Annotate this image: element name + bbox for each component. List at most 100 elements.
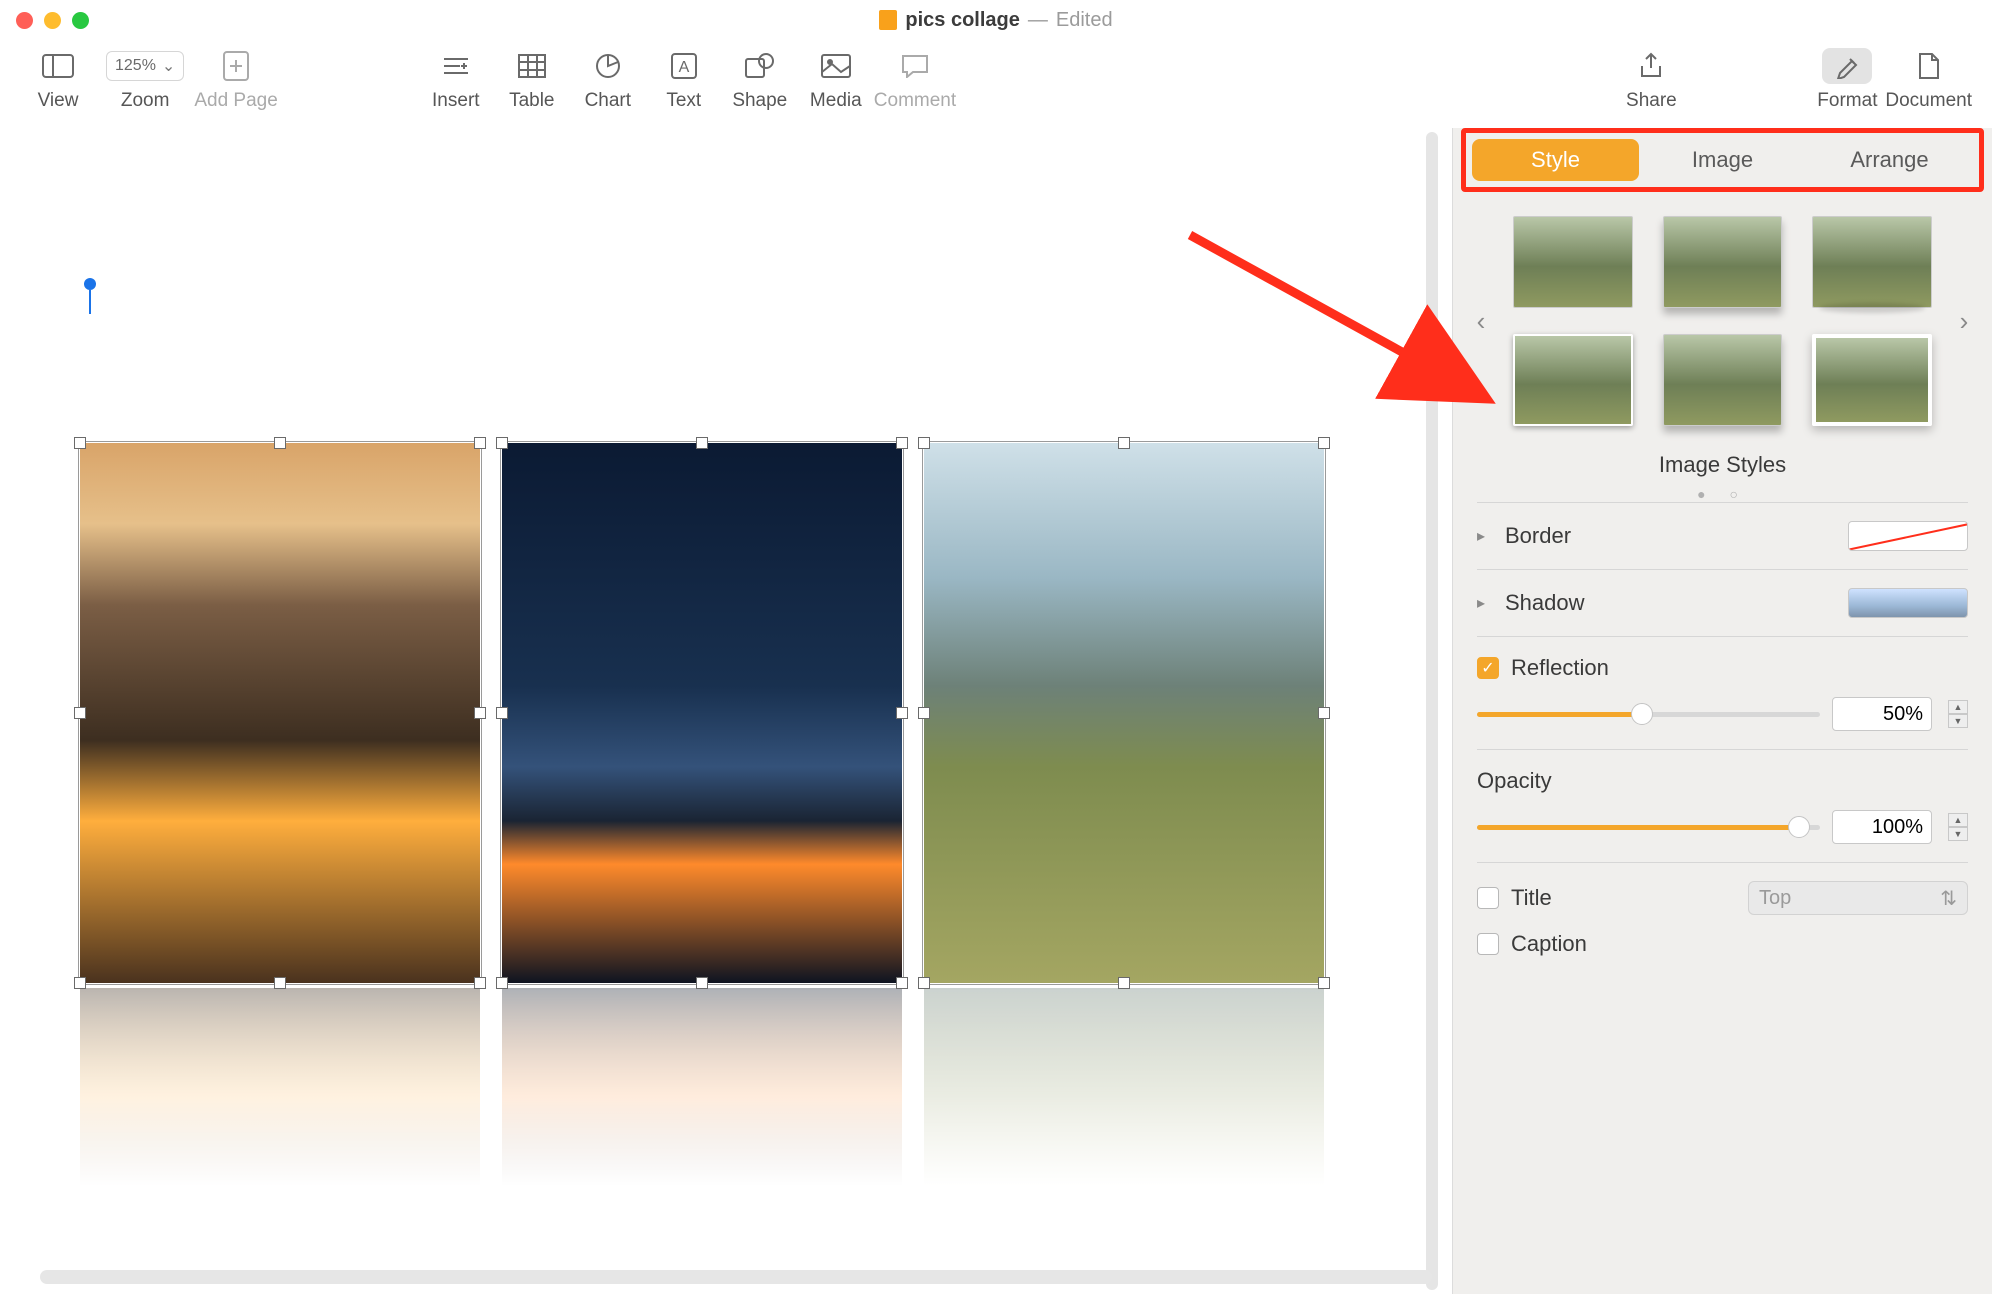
resize-handle[interactable] [896,707,908,719]
resize-handle[interactable] [696,437,708,449]
window-titlebar: pics collage — Edited [0,0,1992,40]
image-style-preset[interactable] [1663,216,1783,308]
comment-button[interactable]: Comment [874,48,956,112]
insert-button[interactable]: Insert [418,48,494,112]
resize-handle[interactable] [896,437,908,449]
shadow-swatch[interactable] [1848,588,1968,618]
opacity-stepper[interactable]: ▲▼ [1948,813,1968,841]
media-icon [821,48,851,84]
image-style-preset[interactable] [1513,334,1633,426]
image-styles-scroller: ‹ › [1453,192,1992,434]
photo-2[interactable] [502,443,902,983]
media-button[interactable]: Media [798,48,874,112]
table-button[interactable]: Table [494,48,570,112]
shadow-label: Shadow [1505,590,1836,616]
resize-handle[interactable] [496,977,508,989]
resize-handle[interactable] [918,437,930,449]
document-name: pics collage [905,9,1020,32]
resize-handle[interactable] [1118,437,1130,449]
reflection-fade [80,988,1340,1208]
border-section: ▸ Border [1477,502,1968,569]
resize-handle[interactable] [1318,437,1330,449]
document-title: pics collage — Edited [0,9,1992,32]
reflection-value-field[interactable]: 50% [1832,697,1932,731]
resize-handle[interactable] [474,437,486,449]
image-style-preset[interactable] [1513,216,1633,308]
photo-3[interactable] [924,443,1324,983]
shape-icon [745,48,775,84]
svg-text:A: A [678,59,689,76]
horizontal-scrollbar[interactable] [40,1270,1432,1284]
vertical-scrollbar[interactable] [1426,132,1438,1290]
resize-handle[interactable] [1318,977,1330,989]
sidebar-tab-row: Style Image Arrange [1461,128,1984,192]
chart-icon [595,48,621,84]
styles-next-button[interactable]: › [1944,306,1984,337]
tab-style[interactable]: Style [1472,139,1639,181]
resize-handle[interactable] [74,437,86,449]
resize-handle[interactable] [1318,707,1330,719]
text-button[interactable]: A Text [646,48,722,112]
photo-1[interactable] [80,443,480,983]
insert-icon [442,48,470,84]
resize-handle[interactable] [496,707,508,719]
title-position-select[interactable]: Top ⇅ [1748,881,1968,915]
resize-handle[interactable] [474,707,486,719]
border-label: Border [1505,523,1836,549]
opacity-label: Opacity [1477,768,1968,794]
resize-handle[interactable] [496,437,508,449]
styles-prev-button[interactable]: ‹ [1461,306,1501,337]
document-button[interactable]: Document [1885,48,1972,112]
reflection-checkbox[interactable]: ✓ [1477,657,1499,679]
resize-handle[interactable] [274,977,286,989]
shadow-section: ▸ Shadow [1477,569,1968,636]
share-button[interactable]: Share [1613,48,1689,112]
pages-doc-icon [879,10,897,30]
title-checkbox[interactable] [1477,887,1499,909]
share-icon [1639,48,1663,84]
styles-pager-dots[interactable]: ● ○ [1453,486,1992,502]
resize-handle[interactable] [696,977,708,989]
resize-handle[interactable] [896,977,908,989]
resize-handle[interactable] [74,707,86,719]
format-icon [1822,48,1872,84]
resize-handle[interactable] [918,977,930,989]
reflection-slider[interactable] [1477,704,1820,724]
reflection-stepper[interactable]: ▲▼ [1948,700,1968,728]
resize-handle[interactable] [1118,977,1130,989]
opacity-value-field[interactable]: 100% [1832,810,1932,844]
image-style-preset[interactable] [1812,334,1932,426]
format-button[interactable]: Format [1809,48,1885,112]
chart-button[interactable]: Chart [570,48,646,112]
tab-arrange[interactable]: Arrange [1806,139,1973,181]
disclosure-icon[interactable]: ▸ [1477,593,1493,613]
image-style-preset[interactable] [1812,216,1932,308]
format-sidebar: Style Image Arrange ‹ › Image Styles ● ○… [1452,128,1992,1294]
zoom-control[interactable]: 125%⌄ Zoom [106,48,184,112]
title-separator: — [1028,9,1048,32]
toolbar: View 125%⌄ Zoom Add Page Insert Table Ch… [0,40,1992,128]
chevron-down-icon: ⌄ [162,56,175,76]
resize-handle[interactable] [474,977,486,989]
title-position-value: Top [1759,887,1791,910]
sidebar-icon [42,48,74,84]
shape-button[interactable]: Shape [722,48,798,112]
opacity-slider[interactable] [1477,817,1820,837]
edited-label: Edited [1056,9,1113,32]
resize-handle[interactable] [274,437,286,449]
resize-handle[interactable] [918,707,930,719]
text-icon: A [671,48,697,84]
photo-collage-selection[interactable] [80,443,1324,983]
select-arrows-icon: ⇅ [1940,886,1957,911]
caption-checkbox[interactable] [1477,933,1499,955]
tab-image[interactable]: Image [1639,139,1806,181]
document-canvas[interactable] [0,128,1452,1294]
title-label: Title [1511,885,1736,911]
view-button[interactable]: View [20,48,96,112]
add-page-icon [223,48,249,84]
disclosure-icon[interactable]: ▸ [1477,526,1493,546]
border-none-swatch[interactable] [1848,521,1968,551]
image-style-preset[interactable] [1663,334,1783,426]
add-page-button[interactable]: Add Page [194,48,277,112]
resize-handle[interactable] [74,977,86,989]
